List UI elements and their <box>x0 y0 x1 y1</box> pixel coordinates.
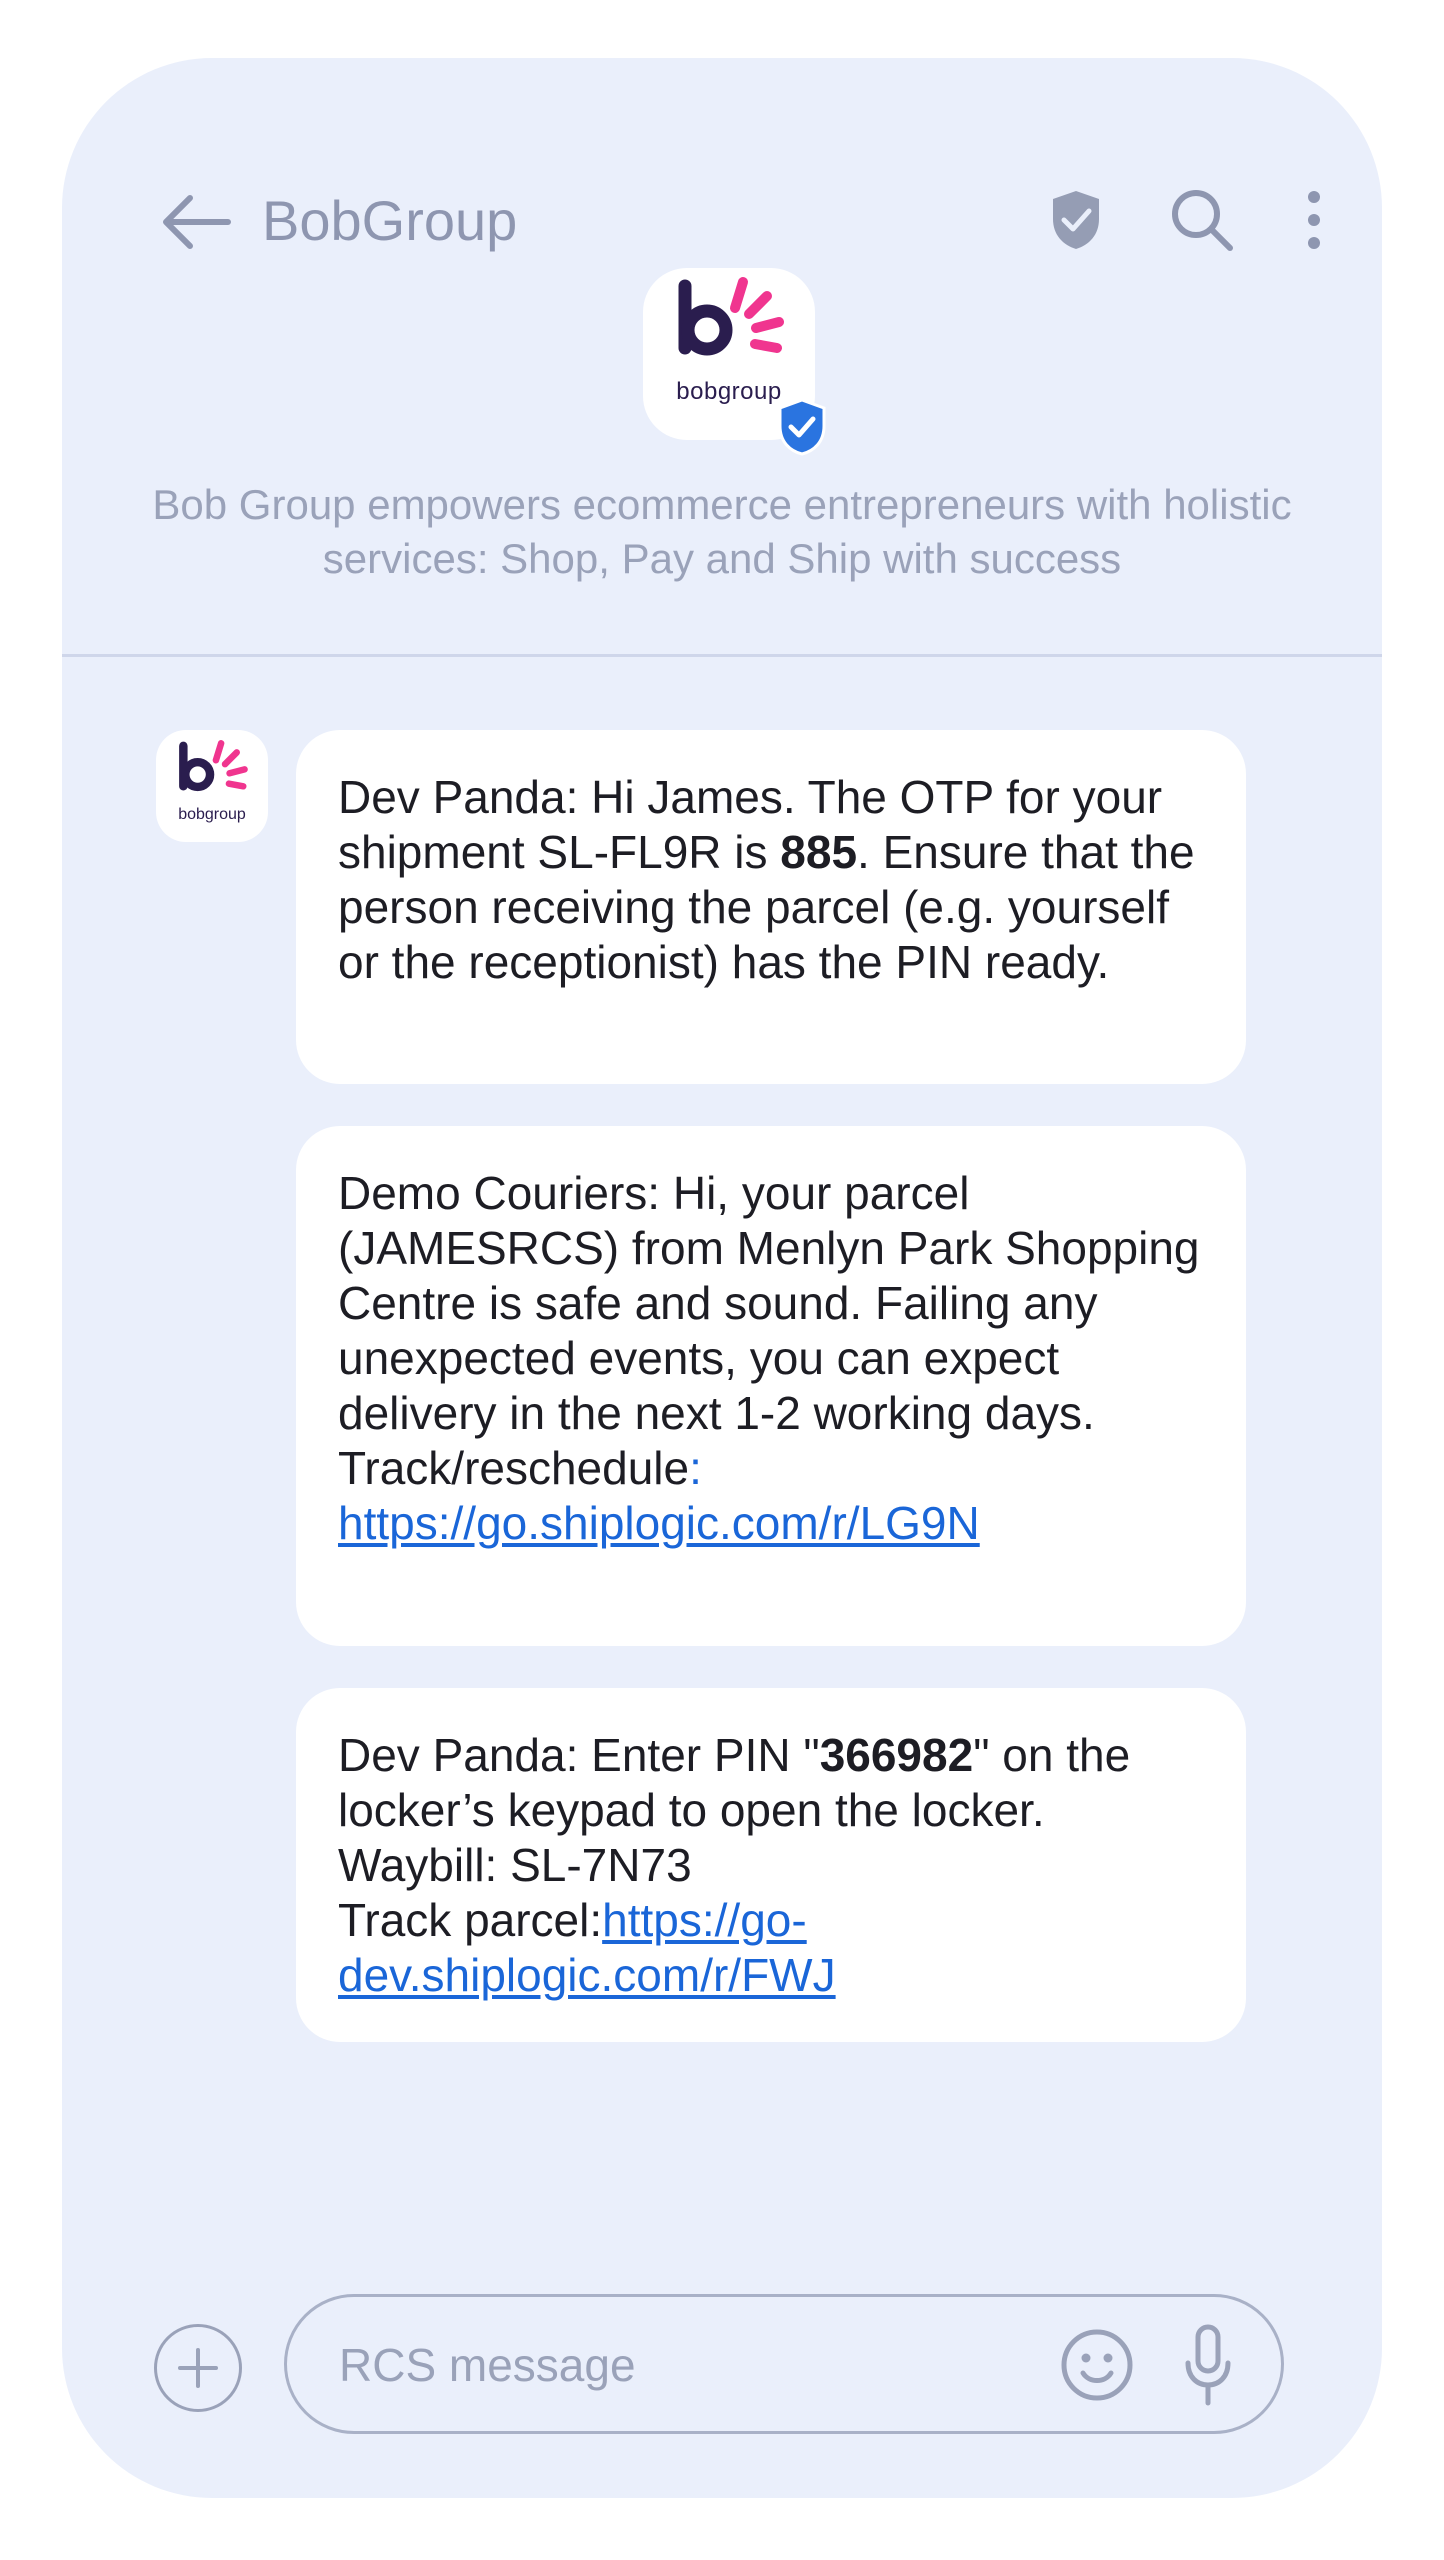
emoji-button[interactable] <box>1057 2325 1137 2405</box>
message-composer <box>284 2294 1284 2434</box>
add-icon <box>178 2348 218 2388</box>
emoji-icon <box>1061 2329 1133 2401</box>
verified-badge-icon <box>778 398 826 456</box>
otp-code: 885 <box>780 826 858 878</box>
more-vertical-icon <box>1308 191 1320 249</box>
message-input[interactable] <box>337 2327 1001 2403</box>
verified-shield-button[interactable] <box>1032 176 1120 264</box>
back-button[interactable] <box>150 176 242 268</box>
back-arrow-icon <box>163 195 231 249</box>
microphone-icon <box>1185 2324 1231 2406</box>
tracking-link[interactable]: https://go.shiplogic.com/r/LG9N <box>338 1497 980 1549</box>
track-label: Track parcel: <box>338 1894 603 1946</box>
message-text: Dev Panda: Enter PIN " <box>338 1729 820 1781</box>
sender-avatar[interactable]: bobgroup <box>156 730 268 842</box>
message-bubble[interactable]: Dev Panda: Enter PIN "366982" on the loc… <box>296 1688 1246 2042</box>
business-description: Bob Group empowers ecommerce entrepreneu… <box>152 481 1292 582</box>
track-label-colon: : <box>689 1442 702 1494</box>
track-label: Track/reschedule <box>338 1442 690 1494</box>
more-options-button[interactable] <box>1284 174 1344 266</box>
microphone-button[interactable] <box>1173 2321 1243 2409</box>
header-divider <box>62 654 1382 657</box>
message-bubble[interactable]: Demo Couriers: Hi, your parcel (JAMESRCS… <box>296 1126 1246 1646</box>
message-text: Demo Couriers: Hi, your parcel (JAMESRCS… <box>338 1167 1200 1439</box>
message-bubble[interactable]: Dev Panda: Hi James. The OTP for your sh… <box>296 730 1246 1084</box>
bobgroup-logo-icon <box>678 277 784 356</box>
verified-shield-icon <box>1053 191 1099 249</box>
search-button[interactable] <box>1156 174 1248 266</box>
logo-wordmark: bobgroup <box>178 806 246 823</box>
bobgroup-logo-icon <box>179 740 248 792</box>
phone-screen: BobGroup bobgroup Bob Group empowers eco… <box>62 58 1382 2498</box>
search-icon <box>1172 190 1233 251</box>
pin-code: 366982 <box>819 1729 974 1781</box>
conversation-title: BobGroup <box>262 189 518 252</box>
top-app-bar: BobGroup <box>62 58 1382 278</box>
add-attachment-button[interactable] <box>154 2324 242 2412</box>
